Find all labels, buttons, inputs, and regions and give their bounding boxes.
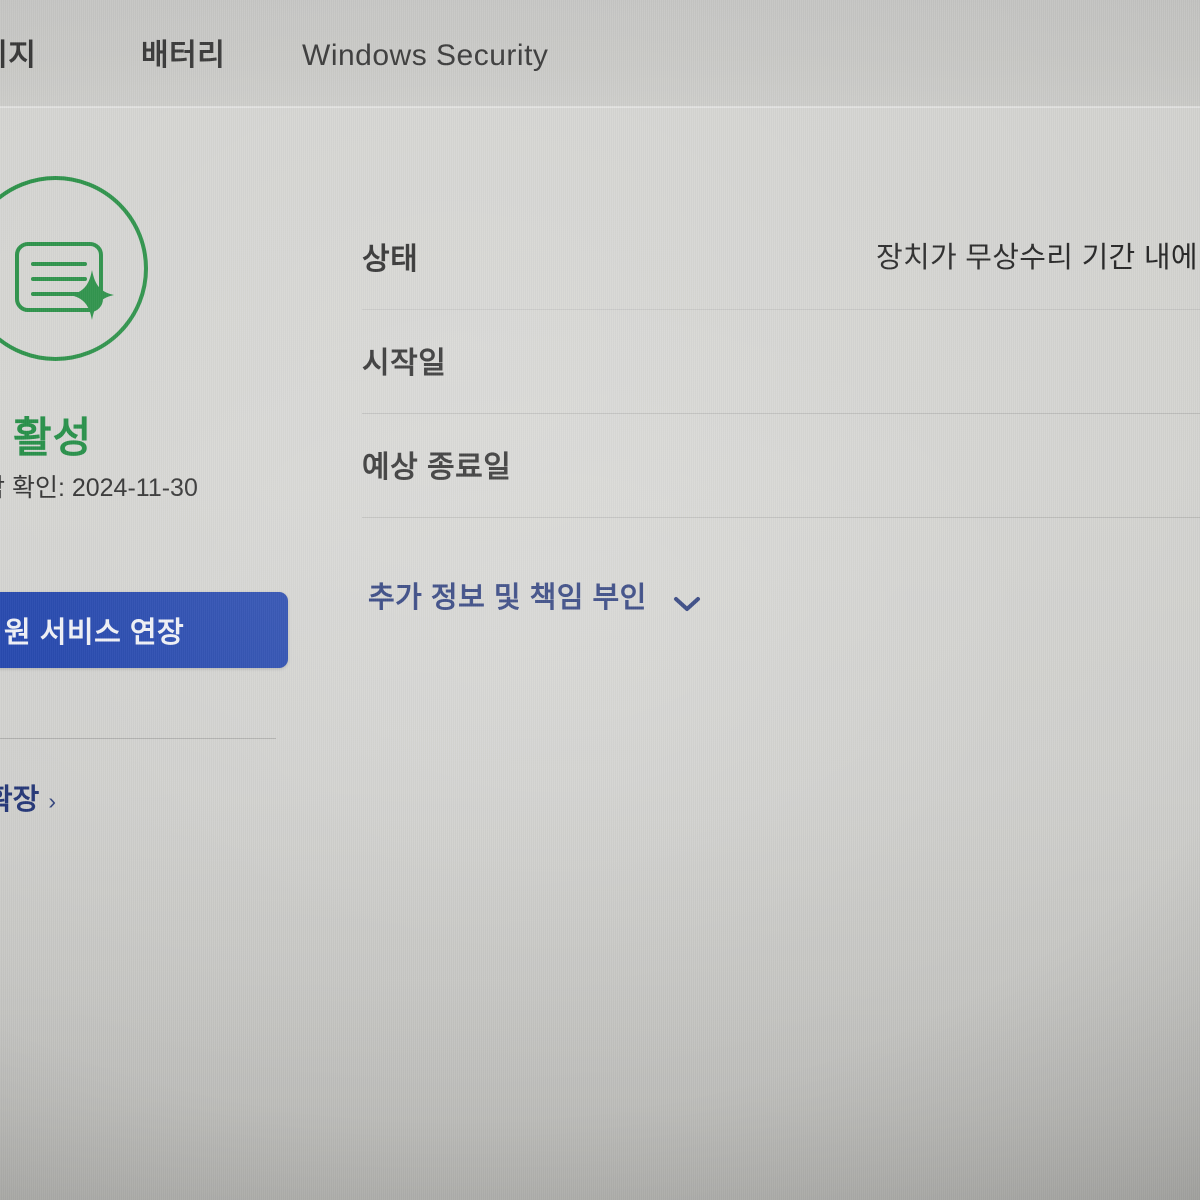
row-divider bbox=[362, 517, 1200, 518]
status-state-label: 활성 bbox=[13, 414, 93, 461]
expand-link[interactable]: 확장 › bbox=[0, 776, 56, 818]
screen-photo: 토리지 배터리 Windows Security 활성 막 확인: 2024-1… bbox=[0, 0, 1200, 1200]
details-table: 상태 장치가 무상수리 기간 내에 시작일 2 예상 종료일 2 bbox=[362, 206, 1200, 518]
status-last-checked: 막 확인: 2024-11-30 bbox=[0, 474, 198, 502]
table-row: 시작일 2 bbox=[362, 310, 1200, 414]
additional-info-disclosure[interactable]: 추가 정보 및 책임 부인 bbox=[368, 574, 701, 616]
chevron-right-icon: › bbox=[48, 788, 57, 814]
tab-battery[interactable]: 배터리 bbox=[141, 22, 225, 90]
tab-windows-security[interactable]: Windows Security bbox=[302, 22, 548, 90]
expand-link-label: 확장 bbox=[0, 784, 40, 816]
tab-bar: 토리지 배터리 Windows Security bbox=[0, 22, 1200, 92]
table-row: 예상 종료일 2 bbox=[362, 414, 1200, 518]
extend-support-service-button[interactable]: 원 서비스 연장 bbox=[0, 592, 288, 668]
row-label-start-date: 시작일 bbox=[362, 347, 447, 380]
chevron-down-icon bbox=[673, 587, 701, 611]
header-divider bbox=[0, 106, 1200, 108]
tab-storage[interactable]: 토리지 bbox=[0, 22, 36, 90]
row-label-status: 상태 bbox=[362, 243, 419, 276]
warranty-card-sparkle-icon bbox=[13, 238, 117, 328]
left-column-divider bbox=[0, 738, 276, 739]
row-label-expected-end-date: 예상 종료일 bbox=[362, 451, 512, 484]
additional-info-disclosure-label: 추가 정보 및 책임 부인 bbox=[368, 582, 647, 614]
table-row: 상태 장치가 무상수리 기간 내에 bbox=[362, 206, 1200, 310]
row-value-status: 장치가 무상수리 기간 내에 bbox=[876, 242, 1198, 274]
